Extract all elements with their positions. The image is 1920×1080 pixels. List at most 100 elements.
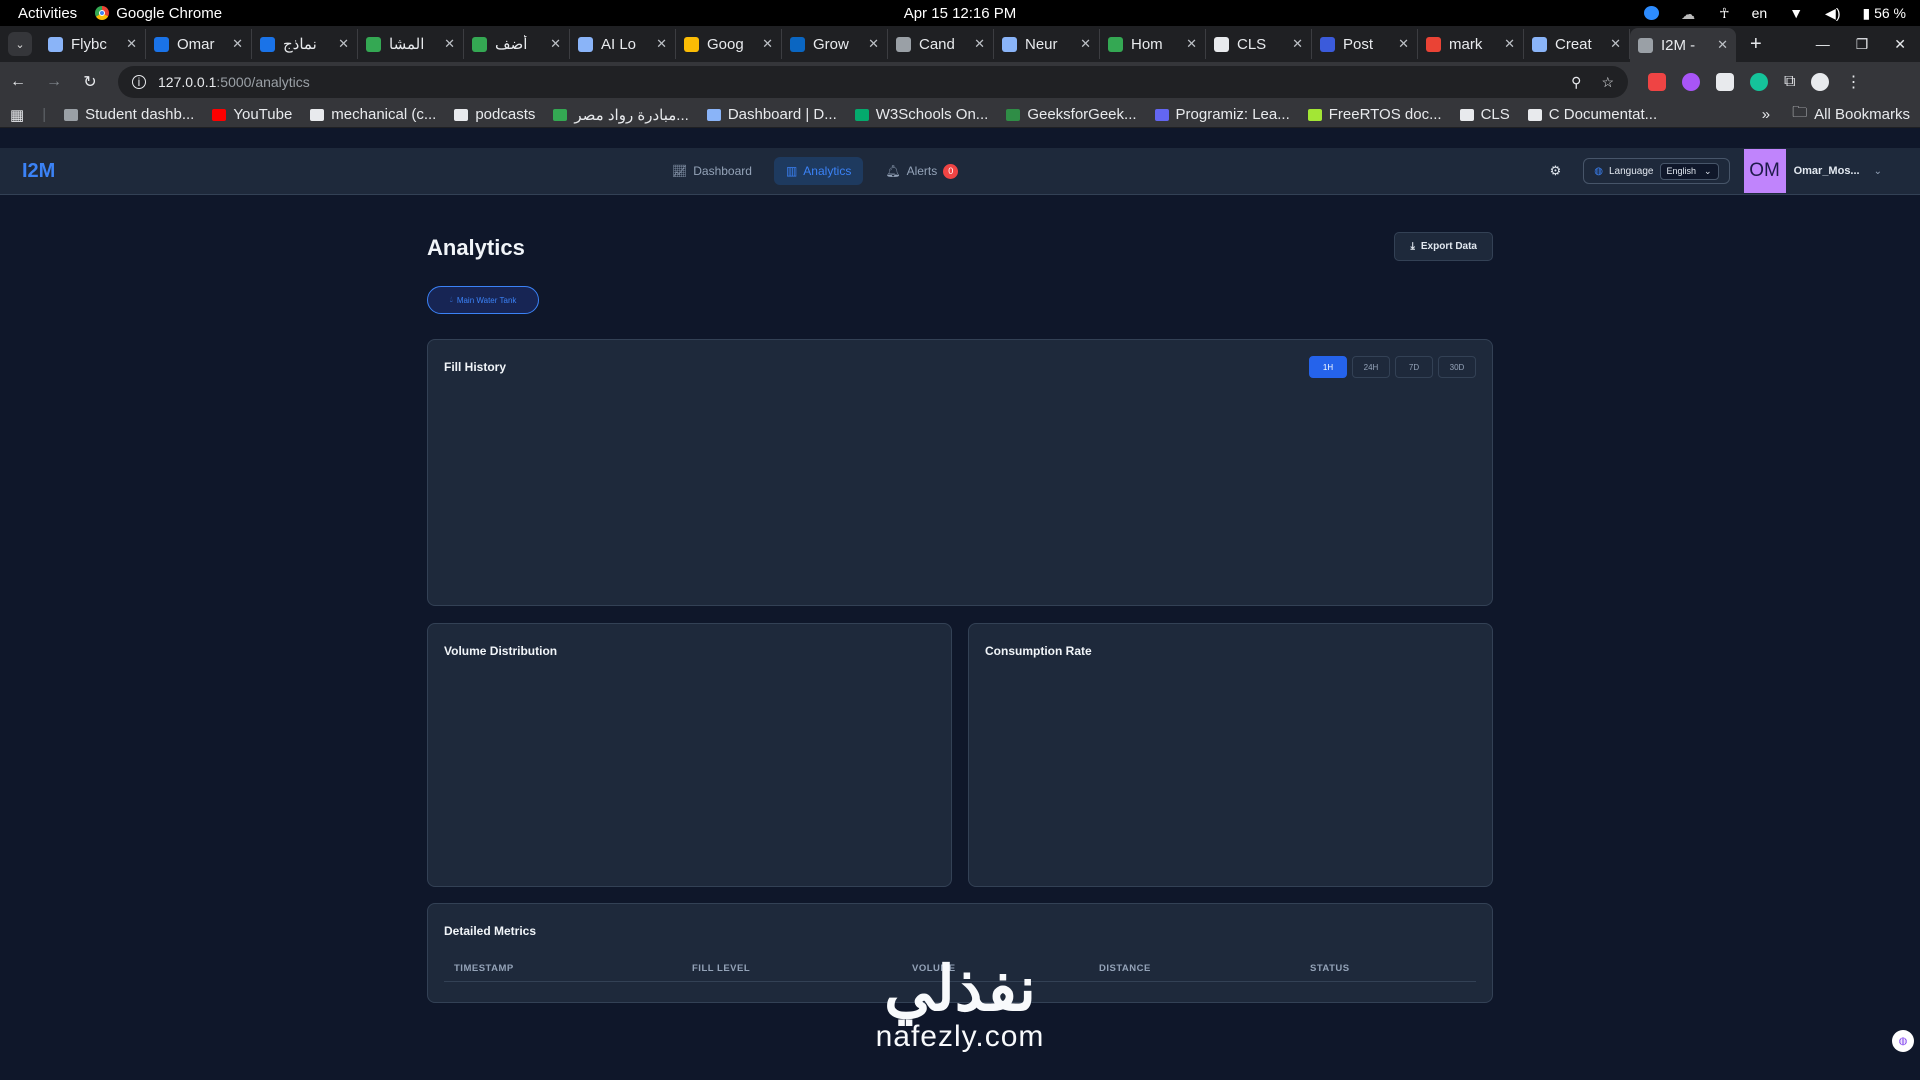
column-fill-level[interactable]: FILL LEVEL xyxy=(692,963,750,974)
cloud-icon[interactable]: ☁ xyxy=(1681,6,1697,22)
browser-tab[interactable]: Goog ✕ xyxy=(676,29,782,59)
browser-tab[interactable]: أضف ✕ xyxy=(464,29,570,59)
close-window-icon[interactable]: ✕ xyxy=(1894,36,1906,53)
language-dropdown[interactable]: English ⌄ xyxy=(1659,162,1719,180)
keyboard-lang[interactable]: en xyxy=(1752,5,1768,21)
bookmark-item[interactable]: mechanical (c... xyxy=(310,106,436,124)
browser-tab[interactable]: mark ✕ xyxy=(1418,29,1524,59)
tab-close-icon[interactable]: ✕ xyxy=(868,36,879,52)
activities-button[interactable]: Activities xyxy=(0,5,95,22)
extension-globe-icon[interactable] xyxy=(1682,73,1700,91)
tab-close-icon[interactable]: ✕ xyxy=(1504,36,1515,52)
reload-icon[interactable]: ↻ xyxy=(82,72,98,92)
column-distance[interactable]: DISTANCE xyxy=(1099,963,1151,974)
browser-tab[interactable]: نماذج ✕ xyxy=(252,29,358,59)
browser-tab[interactable]: CLS ✕ xyxy=(1206,29,1312,59)
browser-tab[interactable]: Hom ✕ xyxy=(1100,29,1206,59)
tab-close-icon[interactable]: ✕ xyxy=(1717,37,1728,53)
floating-extension-icon[interactable]: ◍ xyxy=(1892,1030,1914,1052)
volume-icon[interactable]: ◀) xyxy=(1825,5,1840,22)
bookmark-item[interactable]: CLS xyxy=(1459,106,1510,124)
system-tray[interactable]: ☁ ☥ en ▼ ◀) ▮ 56 % xyxy=(1644,5,1920,22)
bookmark-item[interactable]: Programiz: Lea... xyxy=(1154,106,1290,124)
new-tab-button[interactable]: + xyxy=(1736,33,1776,56)
tab-close-icon[interactable]: ✕ xyxy=(762,36,773,52)
bookmark-item[interactable]: FreeRTOS doc... xyxy=(1307,106,1442,124)
url-host: 127.0.0.1 xyxy=(158,74,217,90)
range-button-24h[interactable]: 24H xyxy=(1352,356,1390,378)
wifi-icon[interactable]: ▼ xyxy=(1789,5,1803,21)
language-label: Language xyxy=(1609,165,1654,177)
browser-tab[interactable]: Post ✕ xyxy=(1312,29,1418,59)
zoom-tray-icon[interactable] xyxy=(1644,6,1660,20)
user-menu[interactable]: OM Omar_Mos... ⌄ xyxy=(1743,149,1890,193)
tab-close-icon[interactable]: ✕ xyxy=(656,36,667,52)
nav-analytics[interactable]: ▥ Analytics xyxy=(773,157,864,185)
range-button-30d[interactable]: 30D xyxy=(1438,356,1476,378)
bookmark-item[interactable]: GeeksforGeek... xyxy=(1006,106,1137,124)
browser-tab[interactable]: AI Lo ✕ xyxy=(570,29,676,59)
browser-tab[interactable]: Creat ✕ xyxy=(1524,29,1630,59)
apps-grid-icon[interactable]: ▦ xyxy=(10,106,24,124)
brand-logo[interactable]: I2M xyxy=(22,160,55,183)
tab-close-icon[interactable]: ✕ xyxy=(1610,36,1621,52)
range-button-7d[interactable]: 7D xyxy=(1395,356,1433,378)
tab-close-icon[interactable]: ✕ xyxy=(232,36,243,52)
extension-s-icon[interactable] xyxy=(1648,73,1666,91)
zoom-icon[interactable]: ⚲ xyxy=(1571,74,1581,91)
clock[interactable]: Apr 15 12:16 PM xyxy=(904,5,1017,22)
language-selector[interactable]: ◍ Language English ⌄ xyxy=(1583,158,1730,184)
tab-close-icon[interactable]: ✕ xyxy=(126,36,137,52)
minimize-icon[interactable]: — xyxy=(1816,36,1830,53)
tab-close-icon[interactable]: ✕ xyxy=(444,36,455,52)
site-info-icon[interactable]: i xyxy=(132,75,146,89)
tab-close-icon[interactable]: ✕ xyxy=(1398,36,1409,52)
more-bookmarks-button[interactable]: » xyxy=(1762,106,1770,123)
bookmark-item[interactable]: W3Schools On... xyxy=(854,106,988,124)
tab-close-icon[interactable]: ✕ xyxy=(338,36,349,52)
all-bookmarks-folder[interactable]: 🗀 All Bookmarks xyxy=(1792,102,1910,127)
battery-indicator[interactable]: ▮ 56 % xyxy=(1862,5,1906,22)
bookmark-star-icon[interactable]: ☆ xyxy=(1601,74,1614,91)
tab-close-icon[interactable]: ✕ xyxy=(1292,36,1303,52)
nav-dashboard[interactable]: 📈︎ Dashboard xyxy=(660,157,764,185)
tab-close-icon[interactable]: ✕ xyxy=(1080,36,1091,52)
tab-title: نماذج xyxy=(283,36,317,53)
bookmark-item[interactable]: C Documentat... xyxy=(1527,106,1657,124)
bookmark-item[interactable]: podcasts xyxy=(454,106,535,124)
app-menu[interactable]: Google Chrome xyxy=(95,5,222,22)
tab-close-icon[interactable]: ✕ xyxy=(974,36,985,52)
export-data-button[interactable]: ⤓ Export Data xyxy=(1394,232,1493,261)
browser-tab[interactable]: Neur ✕ xyxy=(994,29,1100,59)
browser-tab[interactable]: المشا ✕ xyxy=(358,29,464,59)
browser-tab[interactable]: Grow ✕ xyxy=(782,29,888,59)
tab-search-button[interactable]: ⌄ xyxy=(8,32,32,56)
browser-tab[interactable]: Cand ✕ xyxy=(888,29,994,59)
settings-gear-icon[interactable]: ⚙ xyxy=(1550,163,1562,179)
bookmark-item[interactable]: مبادرة رواد مصر... xyxy=(553,106,689,124)
range-button-1h[interactable]: 1H xyxy=(1309,356,1347,378)
extensions-puzzle-icon[interactable]: ⧉ xyxy=(1784,73,1795,91)
column-timestamp[interactable]: TIMESTAMP xyxy=(454,963,514,974)
browser-tab[interactable]: Omar ✕ xyxy=(146,29,252,59)
nav-alerts[interactable]: 🔔︎ Alerts 0 xyxy=(873,157,970,186)
accessibility-icon[interactable]: ☥ xyxy=(1719,5,1729,22)
forward-icon[interactable]: → xyxy=(46,73,62,91)
column-status[interactable]: STATUS xyxy=(1310,963,1350,974)
bookmark-item[interactable]: Student dashb... xyxy=(64,106,194,124)
tab-close-icon[interactable]: ✕ xyxy=(1186,36,1197,52)
grammarly-icon[interactable] xyxy=(1750,73,1768,91)
bookmark-item[interactable]: YouTube xyxy=(212,106,292,124)
browser-tab[interactable]: I2M - ✕ xyxy=(1630,28,1736,62)
extension-tag-icon[interactable] xyxy=(1716,73,1734,91)
tank-selector-main-water-tank[interactable]: 💧︎ Main Water Tank xyxy=(427,286,539,314)
address-bar[interactable]: i 127.0.0.1:5000/analytics ⚲ ☆ xyxy=(118,66,1628,98)
browser-tab[interactable]: Flybc ✕ xyxy=(40,29,146,59)
chrome-menu-icon[interactable]: ⋮ xyxy=(1845,72,1861,92)
restore-icon[interactable]: ❐ xyxy=(1856,36,1869,53)
profile-icon[interactable] xyxy=(1811,73,1830,91)
bookmark-item[interactable]: Dashboard | D... xyxy=(706,106,837,124)
back-icon[interactable]: ← xyxy=(10,73,26,91)
tab-title: I2M - xyxy=(1661,36,1696,54)
tab-close-icon[interactable]: ✕ xyxy=(550,36,561,52)
